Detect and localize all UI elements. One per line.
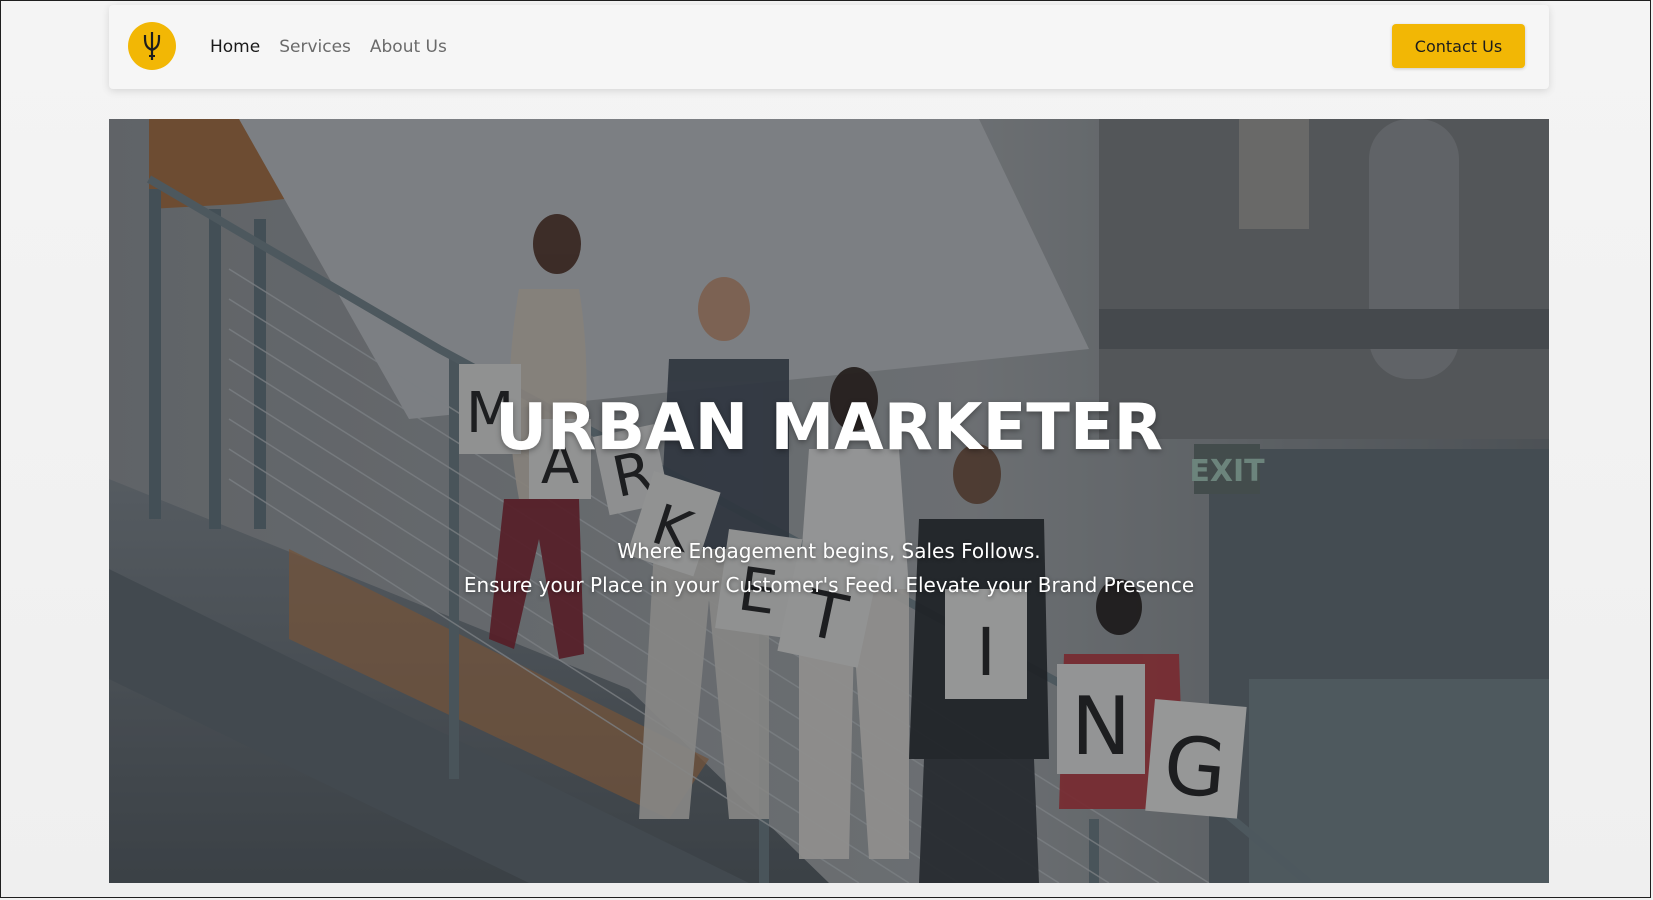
- trident-logo-icon[interactable]: [128, 22, 176, 70]
- page-frame: Home Services About Us Contact Us EXIT M…: [0, 0, 1651, 898]
- main-nav: Home Services About Us: [210, 5, 447, 89]
- nav-link-services[interactable]: Services: [279, 37, 351, 57]
- hero-title: URBAN MARKETER: [495, 391, 1163, 465]
- hero-subtitle-line-1: Where Engagement begins, Sales Follows.: [617, 539, 1041, 563]
- hero-subtitle-line-2: Ensure your Place in your Customer's Fee…: [463, 573, 1195, 597]
- navbar: Home Services About Us Contact Us: [109, 5, 1549, 89]
- contact-us-button[interactable]: Contact Us: [1392, 24, 1525, 68]
- nav-link-home[interactable]: Home: [210, 37, 260, 57]
- nav-link-about-us[interactable]: About Us: [370, 37, 447, 57]
- hero-banner: EXIT M A R K E T I N G URBAN MARKETER Wh…: [109, 119, 1549, 883]
- hero-overlay: [109, 119, 1549, 883]
